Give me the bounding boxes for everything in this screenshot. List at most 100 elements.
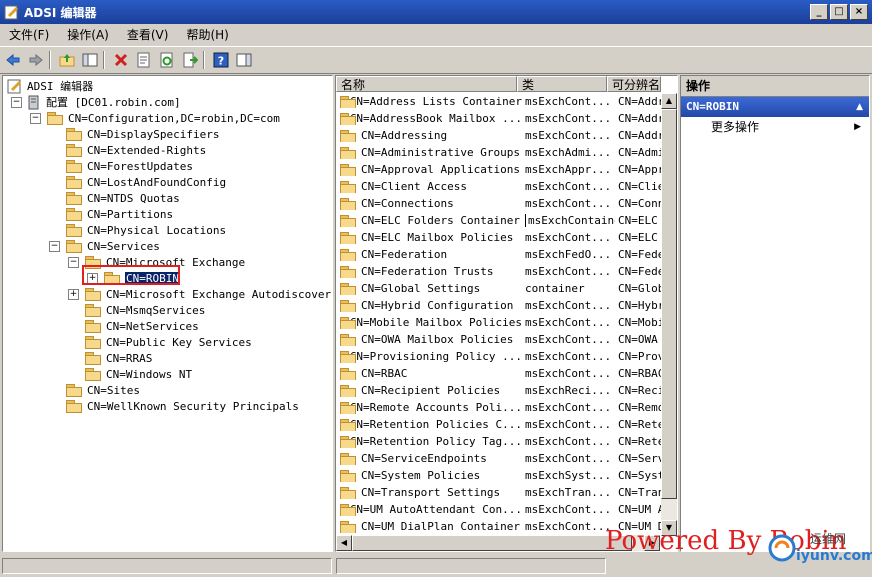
tree-node-sites[interactable]: CN=Sites — [49, 382, 140, 398]
more-actions-label: 更多操作 — [711, 120, 760, 134]
horizontal-scroll-thumb[interactable] — [352, 535, 632, 551]
list-row[interactable]: CN=Retention Policy Tag... msExchCont... C… — [336, 433, 676, 450]
list-row[interactable]: CN=Address Lists Container msExchCont... C… — [336, 93, 676, 110]
minimize-button[interactable]: _ — [810, 4, 828, 20]
tree-node-label: CN=RRAS — [106, 351, 153, 365]
close-button[interactable]: × — [850, 4, 868, 20]
expand-toggle[interactable]: + — [68, 288, 79, 300]
tree-node-rras[interactable]: CN=RRAS — [68, 350, 152, 366]
list-row[interactable]: CN=AddressBook Mailbox ... msExchCont... C… — [336, 110, 676, 127]
list-row[interactable]: CN=ELC Mailbox Policies msExchCont... CN=E… — [336, 229, 676, 246]
list-row[interactable]: CN=System Policies msExchSyst... CN=Syste — [336, 467, 676, 484]
folder-icon — [66, 240, 82, 253]
menu-view[interactable]: 查看(V) — [118, 26, 178, 43]
refresh-icon[interactable] — [157, 50, 177, 70]
status-cell — [2, 558, 332, 574]
list-row[interactable]: CN=Global Settings container CN=Globa — [336, 280, 676, 297]
menu-help[interactable]: 帮助(H) — [177, 26, 237, 43]
toolbar-separator — [103, 51, 105, 69]
actions-section-robin[interactable]: CN=ROBIN ▲ — [681, 97, 869, 117]
list-row[interactable]: CN=Provisioning Policy ... msExchCont... C… — [336, 348, 676, 365]
tree-node-wellknown-security-principals[interactable]: CN=WellKnown Security Principals — [49, 398, 299, 414]
tree-node-ntds-quotas[interactable]: CN=NTDS Quotas — [49, 190, 180, 206]
tree-node-services[interactable]: − CN=Services — [49, 238, 160, 254]
collapse-toggle[interactable]: − — [11, 96, 22, 108]
show-action-pane-icon[interactable] — [234, 50, 254, 70]
scroll-up-icon[interactable]: ▲ — [661, 93, 677, 109]
tree-node-configuration[interactable]: − CN=Configuration,DC=robin,DC=com — [30, 110, 280, 126]
tree-node-label: CN=LostAndFoundConfig — [87, 175, 227, 189]
tree-node-netservices[interactable]: CN=NetServices — [68, 318, 199, 334]
list-row[interactable]: CN=Client Access msExchCont... CN=Clier — [336, 178, 676, 195]
delete-icon[interactable] — [111, 50, 131, 70]
forward-icon[interactable] — [26, 50, 46, 70]
vertical-scrollbar[interactable]: ▲ ▼ — [661, 93, 677, 536]
tree-root-adsi[interactable]: ADSI 编辑器 — [7, 78, 93, 94]
details-list-pane[interactable]: 名称 类 可分辨名 CN=Address Lists Container msEx… — [335, 75, 678, 552]
tree-pane[interactable]: ADSI 编辑器 − 配置 [DC01.robin.com] − CN=Conf… — [2, 75, 333, 552]
list-row[interactable]: CN=Remote Accounts Poli... msExchCont... C… — [336, 399, 676, 416]
column-header-dn[interactable]: 可分辨名 — [607, 76, 661, 92]
tree-node-windows-nt[interactable]: CN=Windows NT — [68, 366, 192, 382]
adsi-icon — [7, 79, 21, 94]
folder-icon — [340, 95, 356, 108]
tree-node-displayspecifiers[interactable]: CN=DisplaySpecifiers — [49, 126, 219, 142]
menu-action[interactable]: 操作(A) — [58, 26, 118, 43]
up-folder-icon[interactable] — [57, 50, 77, 70]
tree-node-forestupdates[interactable]: CN=ForestUpdates — [49, 158, 193, 174]
vertical-scroll-thumb[interactable] — [661, 109, 677, 499]
list-row[interactable]: CN=Connections msExchCont... CN=Conne — [336, 195, 676, 212]
maximize-button[interactable]: □ — [830, 4, 848, 20]
list-row[interactable]: CN=ServiceEndpoints msExchCont... CN=Servi — [336, 450, 676, 467]
tree-node-lostandfoundconfig[interactable]: CN=LostAndFoundConfig — [49, 174, 226, 190]
menu-bar: 文件(F) 操作(A) 查看(V) 帮助(H) — [0, 24, 872, 45]
tree-node-partitions[interactable]: CN=Partitions — [49, 206, 173, 222]
list-row[interactable]: CN=RBAC msExchCont... CN=RBAC, — [336, 365, 676, 382]
help-icon[interactable]: ? — [211, 50, 231, 70]
list-row[interactable]: CN=OWA Mailbox Policies msExchCont... CN=O… — [336, 331, 676, 348]
list-row[interactable]: CN=Retention Policies C... msExchCont... C… — [336, 416, 676, 433]
tree-node-label: CN=Public Key Services — [106, 335, 252, 349]
list-row[interactable]: CN=Approval Applications msExchAppr... CN=… — [336, 161, 676, 178]
row-name: CN=AddressBook Mailbox ... — [349, 112, 522, 125]
collapse-toggle[interactable]: − — [68, 256, 79, 268]
tree-node-public-key-services[interactable]: CN=Public Key Services — [68, 334, 252, 350]
folder-icon — [47, 112, 63, 125]
row-class: msExchCont... — [525, 452, 612, 465]
folder-icon — [340, 503, 356, 516]
properties-icon[interactable] — [134, 50, 154, 70]
column-header-class[interactable]: 类 — [517, 76, 607, 92]
list-row[interactable]: CN=Federation Trusts msExchCont... CN=Fede… — [336, 263, 676, 280]
list-row[interactable]: CN=Recipient Policies msExchReci... CN=Rec… — [336, 382, 676, 399]
row-class-edit-box[interactable]: msExchContainer — [525, 214, 615, 227]
folder-icon — [340, 282, 356, 295]
folder-icon — [66, 224, 82, 237]
list-row[interactable]: CN=UM AutoAttendant Con... msExchCont... C… — [336, 501, 676, 518]
tree-node-config[interactable]: − 配置 [DC01.robin.com] — [11, 94, 181, 110]
list-row[interactable]: CN=Mobile Mailbox Policies msExchCont... C… — [336, 314, 676, 331]
tree-node-msmqservices[interactable]: CN=MsmqServices — [68, 302, 205, 318]
folder-icon — [340, 265, 356, 278]
tree-node-extended-rights[interactable]: CN=Extended-Rights — [49, 142, 206, 158]
list-row[interactable]: CN=Federation msExchFedO... CN=Feder — [336, 246, 676, 263]
export-icon[interactable] — [180, 50, 200, 70]
list-row[interactable]: CN=ELC Folders ContainermsExchContainerC… — [336, 212, 676, 229]
collapse-toggle[interactable]: − — [49, 240, 60, 252]
folder-icon — [66, 192, 82, 205]
more-actions-item[interactable]: 更多操作 ▶ — [681, 117, 869, 137]
collapse-toggle[interactable]: − — [30, 112, 41, 124]
tree-node-physical-locations[interactable]: CN=Physical Locations — [49, 222, 226, 238]
menu-file[interactable]: 文件(F) — [0, 26, 58, 43]
show-tree-icon[interactable] — [80, 50, 100, 70]
collapse-caret-icon[interactable]: ▲ — [856, 97, 863, 117]
list-row[interactable]: CN=Addressing msExchCont... CN=Addre — [336, 127, 676, 144]
row-class: msExchCont... — [525, 180, 612, 193]
submenu-arrow-icon: ▶ — [854, 122, 861, 132]
list-row[interactable]: CN=Administrative Groups msExchAdmi... CN=… — [336, 144, 676, 161]
back-icon[interactable] — [3, 50, 23, 70]
tree-node-exchange-autodiscover[interactable]: + CN=Microsoft Exchange Autodiscover — [68, 286, 331, 302]
column-header-name[interactable]: 名称 — [336, 76, 517, 92]
list-row[interactable]: CN=Hybrid Configuration msExchCont... CN=H… — [336, 297, 676, 314]
scroll-left-icon[interactable]: ◀ — [336, 535, 352, 551]
list-row[interactable]: CN=Transport Settings msExchTran... CN=Tra… — [336, 484, 676, 501]
